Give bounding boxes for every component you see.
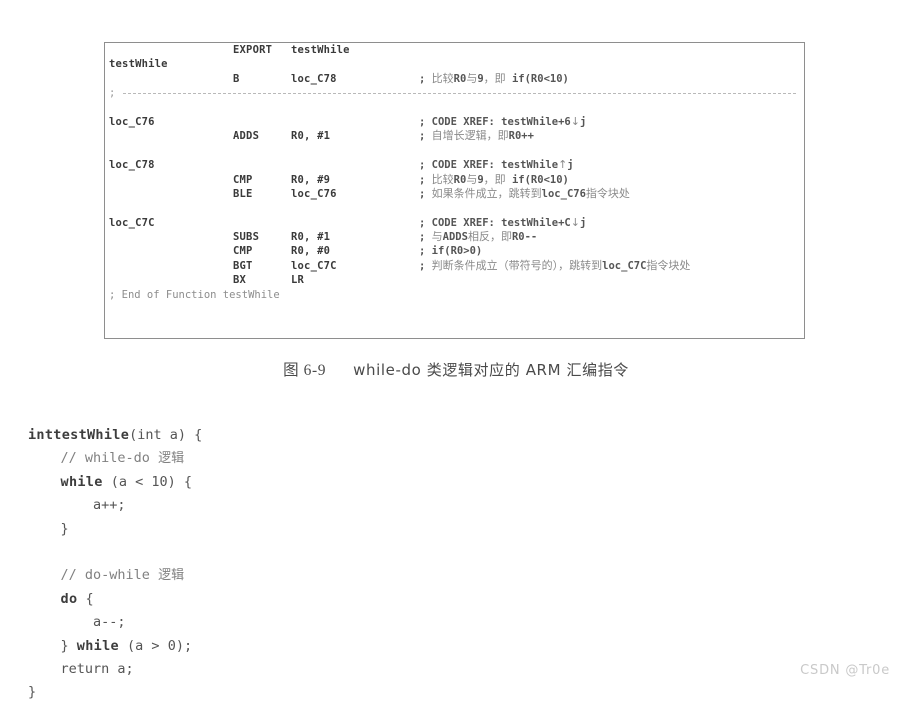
assembly-operands: R0, #9 [291, 173, 331, 186]
assembly-operands: R0, #1 [291, 231, 331, 244]
assembly-comment: ; CODE XREF: testWhile+C↓j [419, 215, 587, 229]
assembly-mnemonic: CMP [233, 245, 253, 258]
assembly-label: loc_C76 [109, 115, 155, 128]
assembly-comment: ; 与ADDS相反，即R0-- [419, 230, 538, 244]
assembly-comment: ; if(R0>0) [419, 245, 483, 258]
assembly-label: loc_C78 [109, 159, 155, 172]
assembly-operands: loc_C76 [291, 187, 337, 200]
assembly-line: CMP R0, #0 ; if(R0>0) [105, 244, 804, 258]
assembly-blank-line [105, 101, 804, 115]
assembly-blank-line [105, 201, 804, 215]
c-code-line: } [28, 520, 69, 537]
c-code-comment: // do-while 逻辑 [60, 567, 185, 584]
assembly-line: BGT loc_C7C ; 判断条件成立（带符号的），跳转到loc_C7C指令块处 [105, 259, 804, 273]
figure-caption-text: while-do 类逻辑对应的 ARM 汇编指令 [353, 361, 629, 379]
c-code-line: do { [60, 590, 94, 607]
c-code-keyword: while [76, 637, 119, 654]
c-code-line: } while (a > 0); [28, 637, 193, 654]
assembly-line: EXPORT testWhile [105, 43, 804, 57]
assembly-mnemonic: BGT [233, 259, 253, 272]
c-code-line: return a; [60, 660, 134, 677]
assembly-mnemonic: B [233, 72, 240, 85]
assembly-line: testWhile [105, 57, 804, 71]
assembly-operands: loc_C7C [291, 259, 337, 272]
assembly-comment: ; CODE XREF: testWhile↑j [419, 158, 574, 172]
csdn-watermark: CSDN @Tr0e [800, 663, 890, 678]
assembly-listing-body: EXPORT testWhile testWhile Bloc_C78 ; 比较R0与9… [105, 43, 804, 338]
assembly-operands: testWhile [291, 44, 350, 56]
c-code-line: a++; [28, 497, 126, 514]
c-code-line: // do-while 逻辑 [28, 564, 528, 587]
figure-caption: 图 6-9 while-do 类逻辑对应的 ARM 汇编指令 [0, 358, 912, 380]
assembly-comment: ; 比较R0与9，即 if(R0<10) [419, 71, 569, 85]
assembly-line: BX LR [105, 273, 804, 287]
assembly-comment: ; 比较R0与9，即 if(R0<10) [419, 172, 569, 186]
assembly-line: loc_C7C ; CODE XREF: testWhile+C↓j [105, 216, 804, 230]
assembly-blank-line [105, 144, 804, 158]
c-code-comment: // while-do 逻辑 [60, 450, 185, 467]
assembly-mnemonic: EXPORT [233, 44, 273, 56]
assembly-operands: loc_C78 [291, 72, 337, 85]
assembly-mnemonic: BLE [233, 187, 253, 200]
assembly-label: loc_C7C [109, 216, 155, 229]
assembly-end-of-function-line: ; End of Function testWhile [105, 288, 804, 302]
assembly-operands: LR [291, 274, 305, 287]
c-code-line: } [28, 684, 37, 701]
assembly-mnemonic: ADDS [233, 130, 260, 143]
assembly-comment: ; 自增长逻辑，即R0++ [419, 129, 534, 143]
assembly-line: BLE loc_C76 ; 如果条件成立，跳转到loc_C76指令块处 [105, 187, 804, 201]
c-code-line: // while-do 逻辑 [28, 447, 528, 470]
assembly-comment: ; 判断条件成立（带符号的），跳转到loc_C7C指令块处 [419, 258, 691, 272]
separator-dashes [123, 93, 796, 95]
c-source-code-block: inttestWhile(int a) { // while-do 逻辑 whi… [28, 424, 528, 705]
c-code-keyword: inttestWhile [28, 427, 130, 443]
assembly-listing-figure: EXPORT testWhile testWhile Bloc_C78 ; 比较R0与9… [104, 42, 805, 339]
assembly-line: ADDS R0, #1 ; 自增长逻辑，即R0++ [105, 129, 804, 143]
c-code-keyword: int [137, 427, 162, 443]
c-code-line [28, 541, 528, 564]
c-code-line: inttestWhile(int a) { [28, 427, 203, 443]
assembly-line: loc_C76 ; CODE XREF: testWhile+6↓j [105, 115, 804, 129]
c-code-line: while (a < 10) { [60, 473, 193, 490]
assembly-comment: ; CODE XREF: testWhile+6↓j [419, 114, 587, 128]
assembly-line: loc_C78 ; CODE XREF: testWhile↑j [105, 158, 804, 172]
assembly-line: SUBS R0, #1 ; 与ADDS相反，即R0-- [105, 230, 804, 244]
assembly-comment: ; 如果条件成立，跳转到loc_C76指令块处 [419, 186, 630, 200]
end-of-function-text: ; End of Function testWhile [109, 288, 280, 301]
c-code-keyword: while [60, 473, 103, 490]
c-code-keyword: do [60, 590, 78, 607]
assembly-operands: R0, #1 [291, 130, 331, 143]
assembly-mnemonic: CMP [233, 173, 253, 186]
assembly-line: CMP R0, #9 ; 比较R0与9，即 if(R0<10) [105, 173, 804, 187]
assembly-line: Bloc_C78 ; 比较R0与9，即 if(R0<10) [105, 72, 804, 86]
assembly-separator-line: ; [105, 86, 804, 100]
assembly-mnemonic: BX [233, 274, 247, 287]
assembly-operands: R0, #0 [291, 245, 331, 258]
assembly-label: testWhile [109, 58, 168, 71]
c-code-line: a--; [28, 614, 126, 631]
c-code-keyword: return [60, 660, 110, 677]
assembly-mnemonic: SUBS [233, 231, 260, 244]
figure-caption-number: 图 6-9 [283, 362, 327, 379]
separator-semicolon: ; [109, 87, 116, 100]
